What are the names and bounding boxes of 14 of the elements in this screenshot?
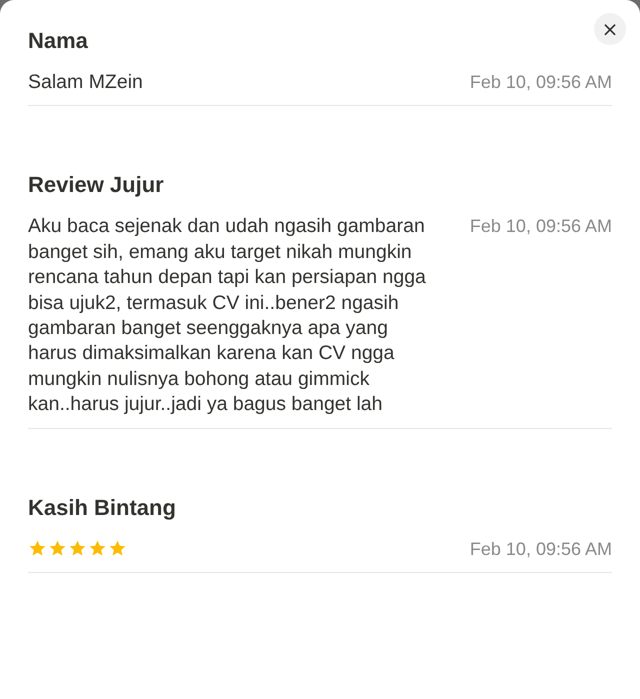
star-icon — [88, 538, 107, 558]
star-icon — [28, 538, 47, 558]
field-label: Kasih Bintang — [28, 494, 176, 522]
timestamp: Feb 10, 09:56 AM — [470, 71, 612, 94]
timestamp: Feb 10, 09:56 AM — [470, 538, 612, 561]
field-value: Salam MZein — [28, 70, 144, 95]
field-label: Nama — [28, 27, 88, 55]
field-value: Aku baca sejenak dan udah ngasih gambaran banget sih, emang aku target nikah mungkin rencana tahun depan tapi kan persiapan ngga bisa ujuk2, termasuk CV ini..bener2 ngasih gambaran banget seenggaknya apa yang harus dimaksimalkan karena kan CV ngga mungkin nulisnya bohong atau gimmick kan..harus jujur..jadi ya bagus banget lah — [28, 214, 427, 418]
field-label: Review Jujur — [28, 171, 164, 200]
star-icon — [68, 538, 87, 558]
star-icon — [108, 538, 127, 558]
timestamp: Feb 10, 09:56 AM — [470, 215, 612, 238]
close-button[interactable]: × — [594, 13, 626, 45]
star-icon — [48, 538, 67, 558]
